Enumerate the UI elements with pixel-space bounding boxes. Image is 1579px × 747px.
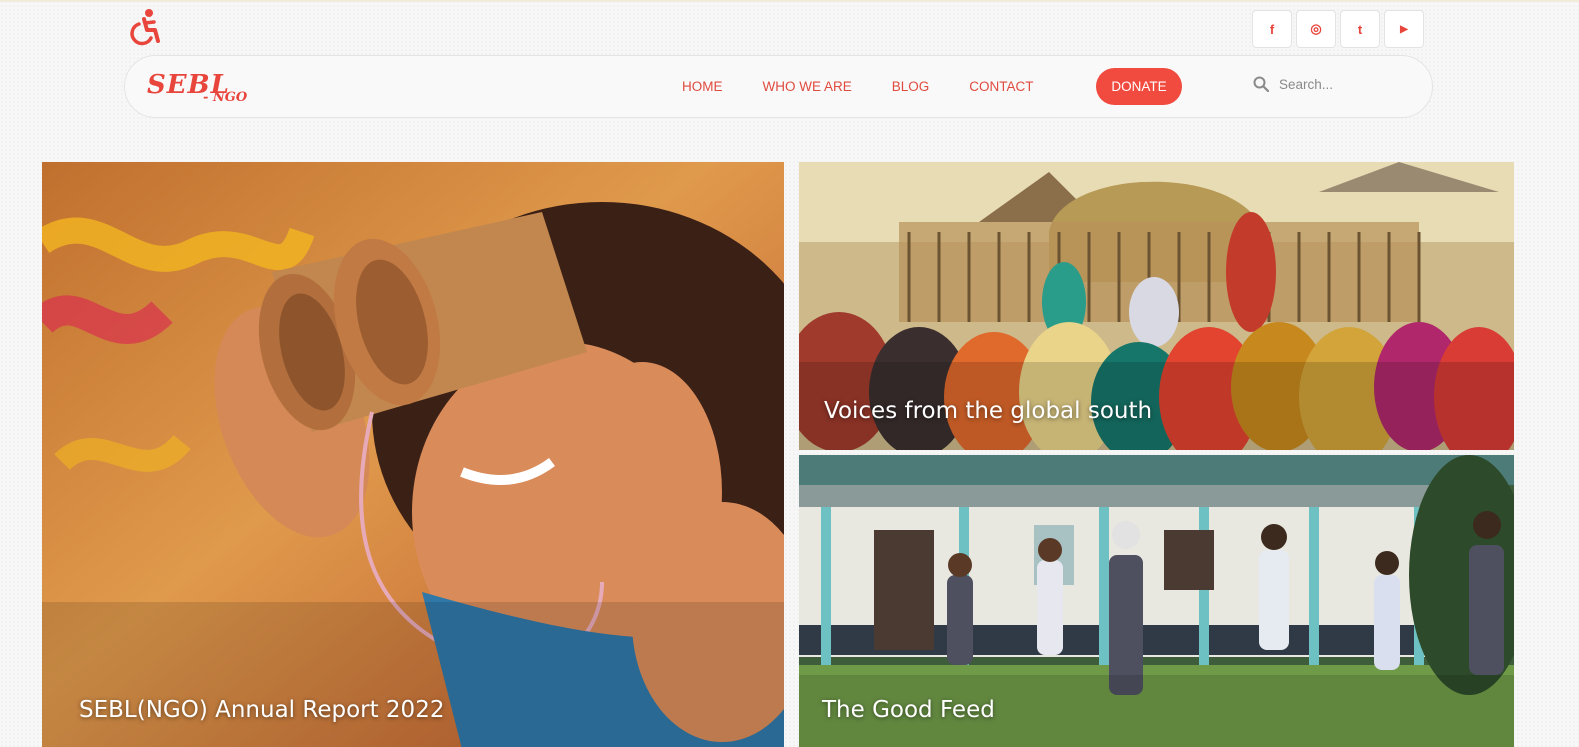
site-logo[interactable]: SEBL - NGO (147, 70, 257, 108)
good-feed-caption: The Good Feed (822, 697, 995, 723)
logo-text-secondary: - NGO (203, 90, 248, 105)
nav-item-home[interactable]: HOME (682, 79, 723, 94)
instagram-icon: ◎ (1310, 21, 1322, 36)
annual-report-caption: SEBL(NGO) Annual Report 2022 (79, 697, 445, 723)
annual-report-photo (42, 162, 784, 747)
search-input[interactable] (1279, 76, 1409, 92)
twitter-button[interactable]: t (1340, 10, 1380, 48)
nav-item-contact[interactable]: CONTACT (969, 79, 1033, 94)
featured-post-good-feed[interactable]: The Good Feed (799, 455, 1514, 747)
twitter-icon: t (1357, 21, 1363, 37)
search-box (1253, 76, 1409, 92)
facebook-icon: f (1269, 21, 1275, 37)
donate-button[interactable]: DONATE (1096, 68, 1182, 105)
voices-caption: Voices from the global south (824, 398, 1153, 424)
instagram-button[interactable]: ◎ (1296, 10, 1336, 48)
search-icon[interactable] (1253, 76, 1269, 92)
wheelchair-icon[interactable] (127, 8, 161, 46)
nav-item-blog[interactable]: BLOG (892, 79, 930, 94)
youtube-button[interactable]: ▶ (1384, 10, 1424, 48)
youtube-icon: ▶ (1400, 23, 1408, 35)
facebook-button[interactable]: f (1252, 10, 1292, 48)
featured-post-voices[interactable]: Voices from the global south (799, 162, 1514, 450)
featured-post-annual-report[interactable]: SEBL(NGO) Annual Report 2022 (42, 162, 784, 747)
primary-nav: HOME WHO WE ARE BLOG CONTACT (682, 79, 1074, 94)
main-navbar: SEBL - NGO HOME WHO WE ARE BLOG CONTACT … (124, 55, 1433, 118)
social-links: f ◎ t ▶ (1252, 10, 1424, 48)
nav-item-who-we-are[interactable]: WHO WE ARE (763, 79, 852, 94)
